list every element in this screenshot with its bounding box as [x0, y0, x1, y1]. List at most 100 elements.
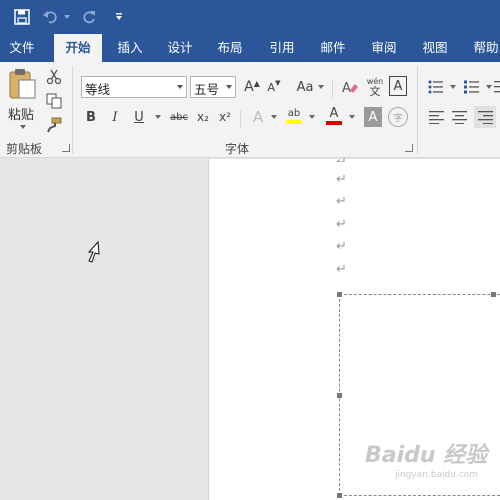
tab-layout[interactable]: 布局 — [208, 34, 252, 62]
paste-dropdown-icon[interactable] — [20, 125, 26, 129]
multilevel-list-icon[interactable] — [494, 76, 500, 98]
character-border-glyph: A — [393, 78, 403, 94]
ribbon: 粘贴 剪贴板 等线 五号 A ▲ A ▼ Aa A wén 文 A B I U … — [0, 62, 500, 158]
superscript-glyph: x² — [219, 110, 231, 124]
font-size-value: 五号 — [194, 82, 220, 97]
character-shading-glyph: A — [368, 109, 378, 125]
tab-help[interactable]: 帮助 — [464, 34, 500, 62]
button-separator — [240, 110, 241, 128]
clipboard-launcher-icon[interactable] — [62, 144, 70, 152]
paragraph-mark: ↵ — [336, 172, 347, 187]
resize-handle[interactable] — [337, 393, 342, 398]
grow-font-icon[interactable]: A ▲ — [242, 76, 262, 98]
font-name-value: 等线 — [85, 82, 111, 97]
undo-icon[interactable] — [42, 7, 60, 27]
bold-glyph: B — [86, 109, 96, 125]
paste-icon[interactable] — [6, 68, 38, 100]
superscript-button[interactable]: x² — [216, 106, 234, 128]
font-color-swatch — [326, 121, 342, 125]
font-color-icon[interactable]: A — [324, 104, 344, 128]
mouse-pointer-icon — [84, 240, 104, 264]
text-effects-glyph: A — [252, 108, 264, 126]
italic-glyph: I — [112, 109, 118, 125]
resize-handle[interactable] — [491, 292, 496, 297]
subscript-button[interactable]: x₂ — [194, 106, 212, 128]
character-border-icon[interactable]: A — [389, 76, 407, 96]
document-margin-area — [0, 159, 208, 500]
group-separator — [72, 66, 73, 154]
highlight-color-icon[interactable]: ab — [284, 104, 304, 128]
align-center-icon[interactable] — [451, 108, 469, 126]
redo-icon[interactable] — [80, 7, 98, 27]
italic-button[interactable]: I — [106, 106, 124, 128]
copy-icon[interactable] — [45, 92, 63, 110]
tab-file[interactable]: 文件 — [0, 34, 44, 62]
text-effects-dropdown-icon[interactable] — [271, 115, 277, 119]
phonetic-guide-icon[interactable]: wén 文 — [364, 74, 386, 100]
underline-dropdown-icon[interactable] — [155, 115, 161, 119]
tab-mailings[interactable]: 邮件 — [311, 34, 355, 62]
tab-design[interactable]: 设计 — [158, 34, 202, 62]
shrink-font-glyph: A — [267, 80, 276, 94]
underline-button[interactable]: U — [130, 106, 148, 128]
bullets-dropdown-icon[interactable] — [450, 85, 456, 89]
paragraph-mark: ↵ — [336, 194, 347, 209]
underline-glyph: U — [134, 109, 144, 125]
text-effects-icon[interactable]: A — [248, 106, 268, 128]
align-right-icon[interactable] — [474, 106, 496, 128]
numbering-icon[interactable] — [462, 76, 482, 98]
button-separator — [332, 80, 333, 98]
align-left-icon[interactable] — [428, 108, 446, 126]
numbering-dropdown-icon[interactable] — [486, 85, 492, 89]
bold-button[interactable]: B — [82, 106, 100, 128]
grow-font-glyph: A — [244, 79, 254, 95]
enclose-characters-icon[interactable]: 字 — [388, 107, 408, 127]
font-size-combo[interactable]: 五号 — [190, 76, 236, 98]
font-name-combo[interactable]: 等线 — [81, 76, 187, 98]
strikethrough-button[interactable]: abc — [168, 106, 190, 128]
subscript-glyph: x₂ — [197, 110, 209, 124]
resize-handle[interactable] — [337, 292, 342, 297]
highlight-color-swatch — [286, 120, 302, 124]
tab-references[interactable]: 引用 — [260, 34, 304, 62]
svg-text:A: A — [342, 81, 351, 96]
format-painter-icon[interactable] — [45, 116, 63, 134]
watermark-subtext: jingyan.baidu.com — [395, 470, 479, 480]
font-launcher-icon[interactable] — [405, 144, 413, 152]
tab-insert[interactable]: 插入 — [108, 34, 152, 62]
paragraph-mark: ↵ — [336, 217, 347, 232]
clipboard-group-label: 剪贴板 — [6, 142, 43, 156]
tab-home[interactable]: 开始 — [54, 34, 102, 62]
highlight-dropdown-icon[interactable] — [309, 115, 315, 119]
tab-view[interactable]: 视图 — [413, 34, 457, 62]
tab-review[interactable]: 审阅 — [362, 34, 406, 62]
change-case-dropdown-icon[interactable] — [318, 85, 324, 89]
phonetic-bottom: 文 — [369, 84, 381, 98]
paste-button-label[interactable]: 粘贴 — [8, 104, 34, 123]
ribbon-tab-row: 文件 开始 插入 设计 布局 引用 邮件 审阅 视图 帮助 — [0, 34, 500, 62]
customize-quick-access-icon[interactable] — [112, 7, 126, 27]
font-color-glyph: A — [329, 106, 339, 121]
change-case-icon[interactable]: Aa — [294, 76, 316, 98]
paragraph-mark: ↵ — [336, 239, 347, 254]
watermark-text: Baidu 经验 — [365, 443, 488, 468]
undo-dropdown-icon[interactable] — [62, 7, 72, 27]
paragraph-mark: ↵ — [336, 262, 347, 277]
resize-handle[interactable] — [337, 493, 342, 498]
watermark-logo: Baidu 经验 jingyan.baidu.com — [365, 443, 500, 500]
shrink-font-icon[interactable]: A ▼ — [264, 76, 284, 98]
chevron-down-icon[interactable] — [226, 85, 232, 89]
paragraph-mark: ↵ — [336, 156, 348, 162]
bullets-icon[interactable] — [426, 76, 446, 98]
title-bar — [0, 0, 500, 34]
clear-formatting-icon[interactable]: A — [340, 76, 360, 98]
change-case-glyph: Aa — [296, 79, 314, 95]
enclose-characters-glyph: 字 — [393, 113, 403, 124]
character-shading-icon[interactable]: A — [364, 107, 382, 127]
chevron-down-icon[interactable] — [177, 85, 183, 89]
highlight-glyph: ab — [287, 108, 301, 119]
save-icon[interactable] — [12, 7, 32, 27]
cut-icon[interactable] — [45, 68, 63, 86]
strikethrough-glyph: abc — [170, 111, 188, 123]
font-color-dropdown-icon[interactable] — [349, 115, 355, 119]
